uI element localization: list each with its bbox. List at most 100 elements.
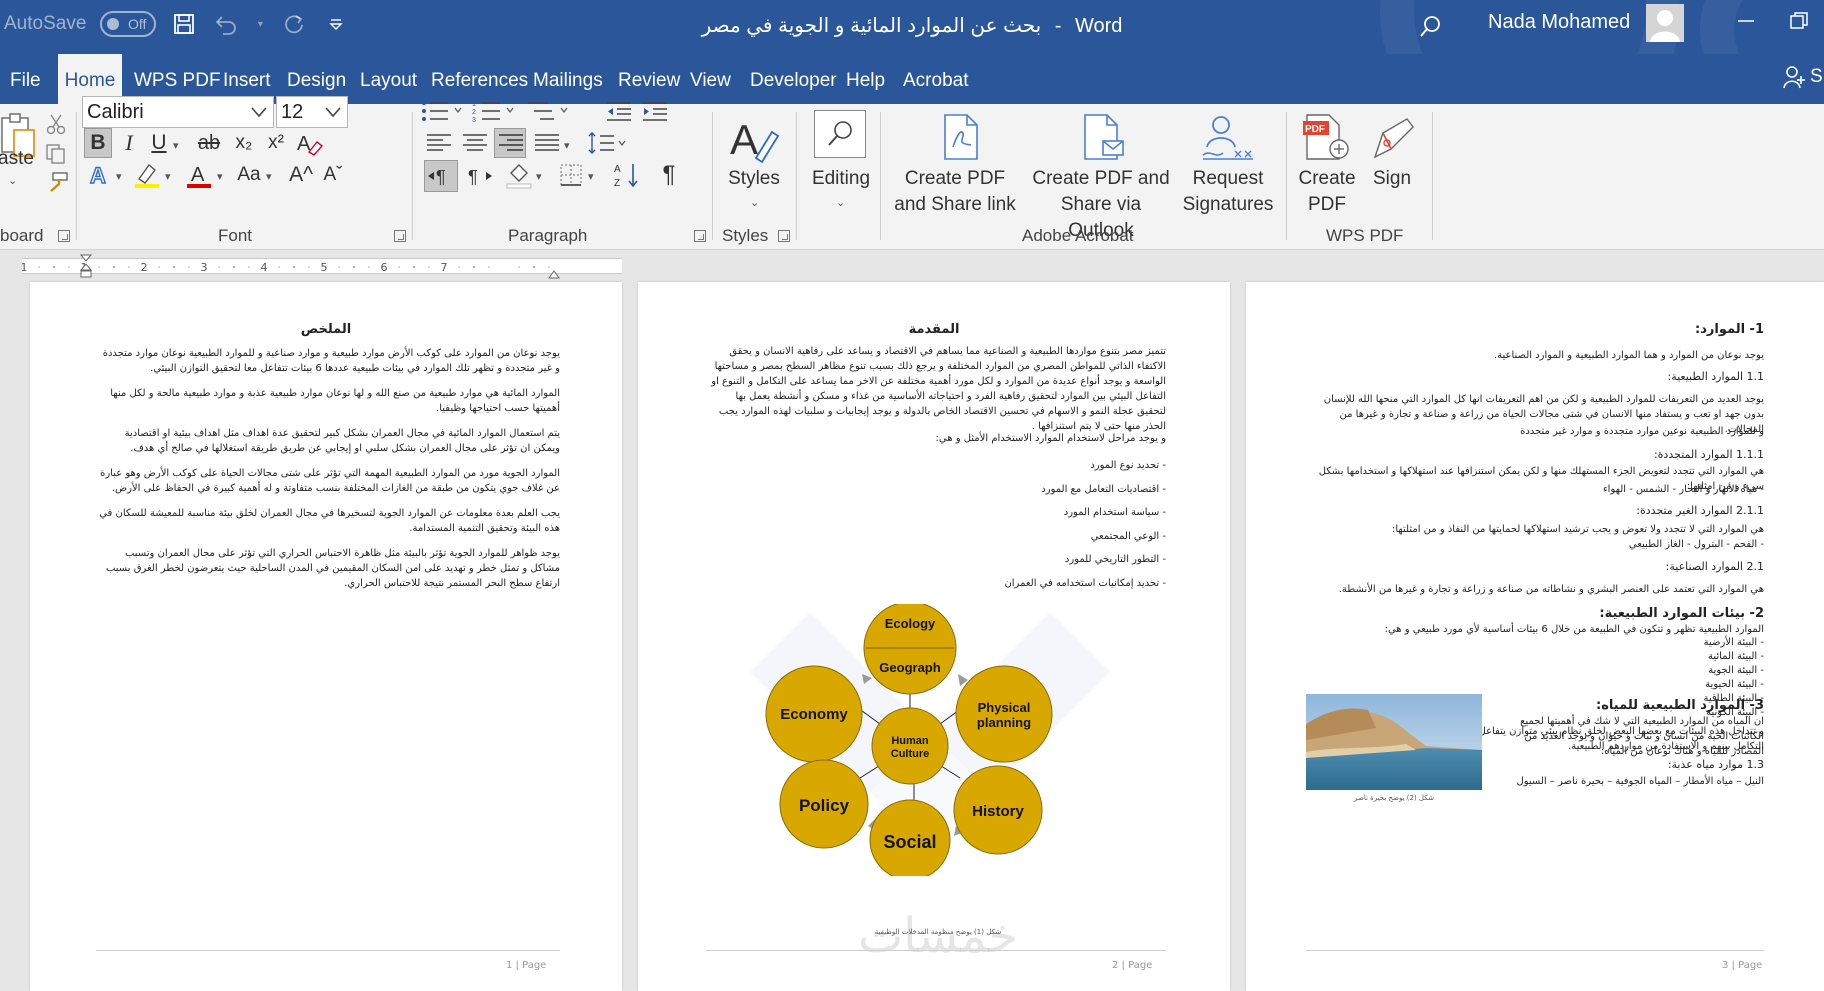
font-color-icon[interactable]: A <box>184 160 214 190</box>
paragraph-launcher-icon[interactable] <box>694 230 706 242</box>
clear-formatting-icon[interactable]: A <box>294 128 324 158</box>
copy-icon[interactable] <box>44 142 68 166</box>
italic-button[interactable]: I <box>116 128 142 158</box>
list-item: - سياسة استخدام المورد <box>1063 507 1166 518</box>
decrease-indent-icon[interactable] <box>604 96 634 126</box>
page-3[interactable]: 1- الموارد: يوجد نوعان من الموارد و هما … <box>1246 282 1824 991</box>
highlight-dropdown-icon[interactable]: ▾ <box>165 170 171 183</box>
shrink-font-button[interactable]: Aˇ <box>318 160 348 190</box>
bullets-icon[interactable] <box>420 96 464 126</box>
first-line-indent-marker[interactable] <box>79 254 93 283</box>
shading-dropdown-icon[interactable]: ▾ <box>536 170 542 183</box>
node-label: History <box>972 803 1024 820</box>
ruler-strip[interactable]: 11234567 <box>21 258 622 274</box>
request-signatures-button[interactable]: Request Signatures <box>1178 166 1278 218</box>
save-icon[interactable] <box>170 10 198 38</box>
tab-view[interactable]: View <box>680 54 741 104</box>
node-label: Economy <box>780 706 848 723</box>
non-renewable-heading: 2.1.1 الموارد الغير متجددة: <box>1636 504 1764 517</box>
create-pdf-share-link-button[interactable]: Create PDF and Share link <box>890 166 1020 218</box>
align-center-icon[interactable] <box>460 128 490 158</box>
wps-create-pdf-icon[interactable]: PDF <box>1300 112 1352 162</box>
change-case-dropdown-icon[interactable]: ▾ <box>266 170 272 183</box>
borders-icon[interactable] <box>556 160 586 190</box>
user-avatar[interactable] <box>1646 4 1684 42</box>
tab-acrobat[interactable]: Acrobat <box>893 54 978 104</box>
editing-label[interactable]: Editing <box>806 166 876 192</box>
ruler-tick <box>413 266 415 268</box>
align-left-icon[interactable] <box>424 128 454 158</box>
align-right-icon[interactable] <box>496 128 526 158</box>
share-button[interactable]: S <box>1782 64 1823 90</box>
justify-icon[interactable] <box>532 128 562 158</box>
chevron-down-icon <box>251 107 267 118</box>
customize-qat-icon[interactable] <box>322 10 350 38</box>
tab-layout[interactable]: Layout <box>350 54 427 104</box>
styles-label[interactable]: Styles <box>722 166 786 192</box>
highlight-color-icon[interactable] <box>132 160 162 190</box>
bold-button[interactable]: B <box>84 128 112 158</box>
non-renewable-examples: - الفحم - البترول - الغاز الطبيعي <box>1628 539 1764 550</box>
create-pdf-share-link-icon[interactable] <box>938 112 984 162</box>
paste-dropdown-icon[interactable]: ⌄ <box>8 174 17 187</box>
wps-create-pdf-button[interactable]: Create PDF <box>1296 166 1358 218</box>
shading-icon[interactable] <box>504 160 534 190</box>
wps-sign-button[interactable]: Sign <box>1364 166 1420 192</box>
styles-launcher-icon[interactable] <box>778 230 790 242</box>
ruler-number: 1 <box>22 261 28 274</box>
page-1[interactable]: الملخص يوجد نوعان من الموارد على كوكب ال… <box>30 282 622 991</box>
underline-button[interactable]: U <box>148 128 170 158</box>
restore-icon[interactable] <box>1788 10 1810 37</box>
autosave-toggle[interactable]: Off <box>100 11 157 37</box>
create-pdf-outlook-icon[interactable] <box>1080 112 1126 162</box>
autosave-state: Off <box>127 16 147 32</box>
sort-icon[interactable]: AZ <box>612 160 642 190</box>
right-to-left-icon[interactable]: ¶ <box>462 160 496 192</box>
text-effects-icon[interactable]: A <box>86 160 114 190</box>
page-2[interactable]: المقدمة تتميز مصر بتنوع مواردها الطبيعية… <box>638 282 1230 991</box>
numbering-icon[interactable]: 123 <box>472 96 516 126</box>
user-name[interactable]: Nada Mohamed <box>1488 11 1630 34</box>
search-icon[interactable] <box>1418 14 1444 45</box>
borders-dropdown-icon[interactable]: ▾ <box>588 170 594 183</box>
natural-resources-types: و للموارد الطبيعية نوعين موارد متجددة و … <box>1520 426 1764 437</box>
undo-dropdown-icon[interactable]: ▾ <box>254 10 266 38</box>
increase-indent-icon[interactable] <box>640 96 670 126</box>
horizontal-ruler[interactable]: 11234567 <box>0 250 1824 282</box>
tab-help[interactable]: Help <box>836 54 895 104</box>
redo-icon[interactable] <box>280 10 308 38</box>
editing-dropdown-icon[interactable]: ⌄ <box>836 196 845 209</box>
tab-file[interactable]: File <box>0 54 51 104</box>
request-signatures-icon[interactable] <box>1200 112 1256 162</box>
font-launcher-icon[interactable] <box>394 230 406 242</box>
editing-search-icon[interactable] <box>814 110 866 158</box>
grow-font-button[interactable]: A^ <box>286 160 316 190</box>
resources-paragraph: يوجد نوعان من الموارد و هما الموارد الطب… <box>1493 350 1764 361</box>
tab-developer[interactable]: Developer <box>740 54 847 104</box>
left-to-right-icon[interactable]: ¶ <box>424 160 458 192</box>
minimize-icon[interactable] <box>1735 10 1757 37</box>
show-formatting-button[interactable]: ¶ <box>654 160 684 190</box>
superscript-button[interactable]: x² <box>262 128 290 158</box>
underline-dropdown-icon[interactable]: ▾ <box>173 139 179 152</box>
format-painter-icon[interactable] <box>44 170 70 194</box>
styles-icon[interactable]: A <box>724 110 784 170</box>
text-effects-dropdown-icon[interactable]: ▾ <box>116 170 122 183</box>
font-color-dropdown-icon[interactable]: ▾ <box>217 170 223 183</box>
paste-label[interactable]: aste <box>0 146 34 172</box>
line-spacing-icon[interactable] <box>588 128 628 158</box>
ruler-ticks: 11234567 <box>21 261 550 274</box>
multilevel-list-icon[interactable] <box>526 96 570 126</box>
environment-item: البيئة الجوية <box>1708 665 1758 676</box>
strikethrough-button[interactable]: ab <box>192 128 226 158</box>
undo-icon[interactable] <box>212 10 240 38</box>
change-case-button[interactable]: Aa <box>234 160 264 190</box>
styles-dropdown-icon[interactable]: ⌄ <box>750 196 759 209</box>
cut-icon[interactable] <box>44 112 68 136</box>
clipboard-launcher-icon[interactable] <box>58 230 70 242</box>
subscript-button[interactable]: x₂ <box>230 128 258 158</box>
font-name-select[interactable]: Calibri <box>82 96 274 128</box>
font-size-select[interactable]: 12 <box>276 96 348 128</box>
wps-sign-icon[interactable] <box>1366 112 1418 162</box>
justify-dropdown-icon[interactable]: ▾ <box>564 139 570 152</box>
